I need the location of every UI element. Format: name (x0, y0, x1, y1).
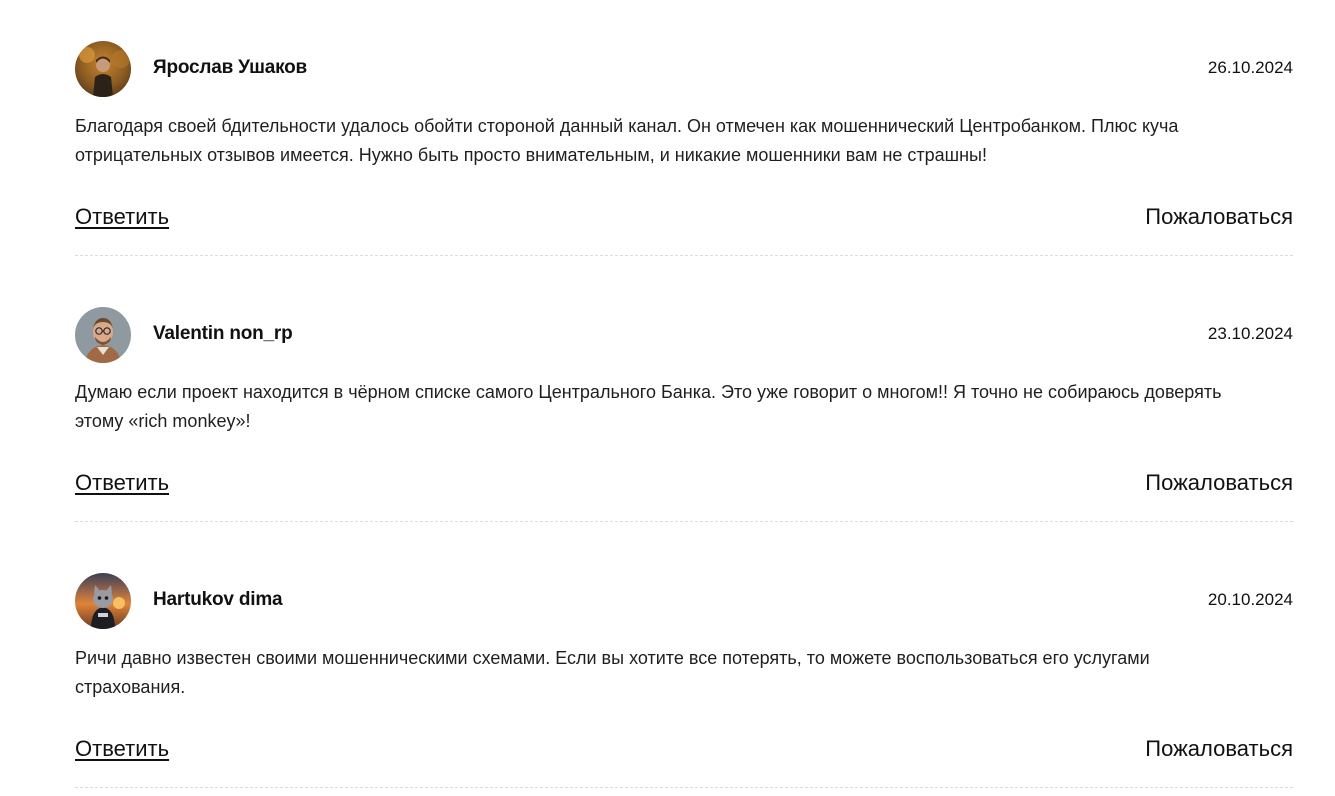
comment-text: Благодаря своей бдительности удалось обо… (75, 116, 1179, 165)
reply-link[interactable]: Ответить (75, 470, 169, 496)
comment-text: Думаю если проект находится в чёрном спи… (75, 382, 1222, 431)
comment-item: Ярослав Ушаков 26.10.2024 Благодаря свое… (75, 41, 1293, 256)
comment-header: Ярослав Ушаков 26.10.2024 (75, 41, 1293, 97)
man-glasses-photo-icon (75, 307, 131, 363)
comment-actions: Ответить Пожаловаться (75, 204, 1293, 236)
comment-actions: Ответить Пожаловаться (75, 470, 1293, 502)
author-name: Ярослав Ушаков (153, 57, 308, 78)
comment-date: 26.10.2024 (1207, 58, 1293, 77)
person-autumn-photo-icon (75, 41, 131, 97)
comment-actions: Ответить Пожаловаться (75, 736, 1293, 768)
reply-link[interactable]: Ответить (75, 736, 169, 762)
avatar (75, 573, 131, 629)
cat-sunset-photo-icon (75, 573, 131, 629)
report-link[interactable]: Пожаловаться (1145, 204, 1293, 230)
comment-header: Hartukov dima 20.10.2024 (75, 573, 1293, 629)
comment-header: Valentin non_rp 23.10.2024 (75, 307, 1293, 363)
comment-text: Ричи давно известен своими мошенническим… (75, 648, 1150, 697)
comment-item: Hartukov dima 20.10.2024 Ричи давно изве… (75, 573, 1293, 788)
author-name: Valentin non_rp (153, 323, 293, 344)
avatar (75, 307, 131, 363)
reply-link[interactable]: Ответить (75, 204, 169, 230)
report-link[interactable]: Пожаловаться (1145, 736, 1293, 762)
avatar (75, 41, 131, 97)
author-name: Hartukov dima (153, 589, 283, 610)
comments-list: Ярослав Ушаков 26.10.2024 Благодаря свое… (0, 0, 1335, 796)
comment-date: 23.10.2024 (1207, 324, 1293, 343)
comment-date: 20.10.2024 (1207, 590, 1293, 609)
comment-item: Valentin non_rp 23.10.2024 Думаю если пр… (75, 307, 1293, 522)
report-link[interactable]: Пожаловаться (1145, 470, 1293, 496)
